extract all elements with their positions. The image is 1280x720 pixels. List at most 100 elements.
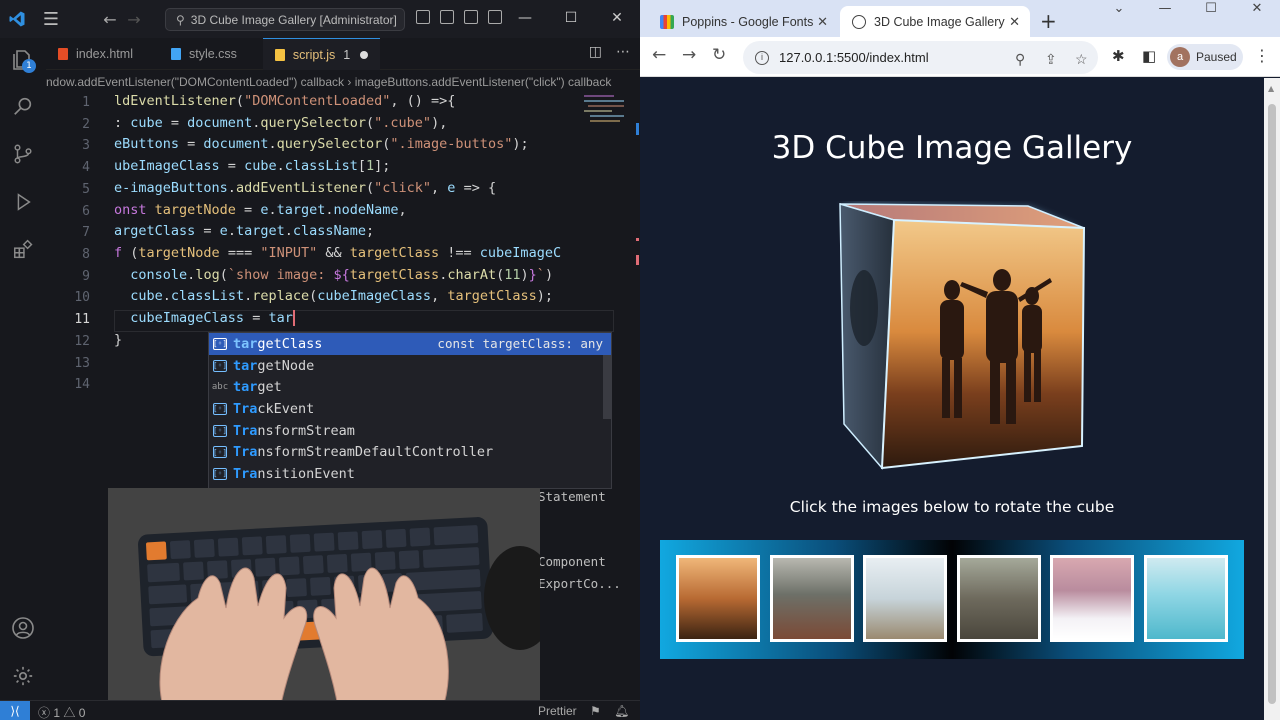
code-line: ldEventListener("DOMContentLoaded", () =… — [114, 93, 456, 109]
scroll-up-arrow-icon[interactable]: ▲ — [1268, 84, 1274, 93]
suggestion-item[interactable]: [◦] tar getNode — [209, 355, 611, 377]
command-center-search[interactable]: ⚲ 3D Cube Image Gallery [Administrator] — [165, 8, 405, 31]
address-bar[interactable]: i 127.0.0.1:5500/index.html ⚲ ⇪ ☆ — [743, 41, 1098, 74]
breadcrumb-left[interactable]: ndow.addEventListener("DOMContentLoaded"… — [46, 75, 344, 89]
source-control-icon[interactable] — [9, 140, 37, 168]
share-icon[interactable]: ⇪ — [1045, 51, 1057, 68]
browser-tab-cube-gallery[interactable]: 3D Cube Image Gallery ✕ — [840, 6, 1030, 37]
close-tab-icon[interactable]: ✕ — [817, 14, 828, 30]
suggestion-item[interactable]: abc tar get — [209, 376, 611, 398]
back-arrow-icon[interactable]: ← — [652, 45, 666, 65]
line-number: 7 — [82, 225, 90, 240]
suggestion-item[interactable]: [◦] Tra nsitionEvent — [209, 463, 611, 485]
thumbnail-button[interactable] — [770, 555, 854, 642]
maximize-icon[interactable]: ☐ — [548, 0, 594, 38]
accounts-icon[interactable] — [9, 614, 37, 642]
extensions-icon[interactable] — [9, 236, 37, 264]
hamburger-menu-icon[interactable]: ☰ — [34, 0, 68, 38]
back-arrow-icon[interactable]: ← — [98, 10, 122, 29]
webcam-overlay — [108, 488, 540, 720]
suggestion-item[interactable]: [◦] Tra nsformStreamDefaultController — [209, 441, 611, 463]
prettier-status[interactable]: Prettier — [538, 704, 577, 718]
line-number: 5 — [82, 182, 90, 197]
new-tab-plus-icon[interactable]: + — [1040, 9, 1057, 33]
problems-indicator[interactable]: ⓧ 1 △ 0 — [38, 704, 85, 720]
status-bar: ⟩⟨ ⓧ 1 △ 0 Prettier ⚑ 🔔︎ — [0, 700, 640, 720]
chrome-menu-icon[interactable]: ⋮ — [1254, 46, 1270, 65]
suggestion-match: Tra — [233, 422, 258, 439]
side-panel-icon[interactable]: ◧ — [1142, 47, 1156, 65]
thumbnail-couple-rocks — [960, 558, 1038, 639]
line-number: 6 — [82, 204, 90, 219]
search-icon: ⚲ — [176, 12, 185, 27]
suggestion-label: nsformStream — [257, 422, 355, 439]
search-icon[interactable] — [9, 92, 37, 120]
scrollbar-thumb[interactable] — [1268, 104, 1276, 704]
minimize-icon[interactable]: — — [1142, 0, 1188, 18]
thumbnail-button[interactable] — [1144, 555, 1228, 642]
run-debug-icon[interactable] — [9, 188, 37, 216]
close-icon[interactable]: ✕ — [1234, 0, 1280, 18]
thumbnail-button[interactable] — [676, 555, 760, 642]
breadcrumb: ndow.addEventListener("DOMContentLoaded"… — [46, 71, 640, 93]
suggestion-label: ckEvent — [257, 400, 315, 417]
suggestion-match: Tra — [233, 400, 258, 417]
more-actions-icon[interactable]: ⋯ — [616, 44, 630, 60]
code-line: cube.classList.replace(cubeImageClass, t… — [130, 288, 553, 304]
zoom-icon[interactable]: ⚲ — [1015, 51, 1025, 68]
tab-index-html[interactable]: index.html — [46, 38, 145, 70]
status-right: Prettier ⚑ 🔔︎ — [538, 704, 629, 718]
thumbnail-button[interactable] — [863, 555, 947, 642]
command-center-label: 3D Cube Image Gallery [Administrator] — [190, 12, 397, 27]
line-number: 13 — [74, 356, 90, 371]
close-icon[interactable]: ✕ — [594, 0, 640, 38]
globe-favicon-icon — [852, 14, 866, 29]
feedback-icon[interactable]: ⚑ — [590, 704, 601, 718]
suggestion-item[interactable]: [◦] Tra nsformStream — [209, 420, 611, 442]
toggle-panel-icon[interactable] — [440, 10, 454, 24]
customize-layout-icon[interactable] — [488, 10, 502, 24]
split-editor-icon[interactable]: ◫ — [589, 44, 602, 60]
remote-indicator-icon[interactable]: ⟩⟨ — [0, 701, 30, 720]
scroll-indicator — [636, 255, 639, 265]
browser-tab-google-fonts[interactable]: Poppins - Google Fonts ✕ — [648, 6, 838, 37]
page-scrollbar[interactable]: ▲ — [1264, 78, 1280, 720]
minimap[interactable] — [584, 93, 630, 133]
minimize-icon[interactable]: — — [502, 0, 548, 38]
maximize-icon[interactable]: ☐ — [1188, 0, 1234, 18]
code-line: e-imageButtons.addEventListener("click",… — [114, 180, 497, 196]
thumbnail-dog-pier — [866, 558, 944, 639]
site-info-icon[interactable]: i — [755, 50, 769, 65]
suggestion-label: nsitionEvent — [257, 465, 355, 482]
toggle-secondary-sidebar-icon[interactable] — [464, 10, 478, 24]
tab-script-js[interactable]: script.js 1 — [262, 38, 381, 70]
problem-count: 1 — [343, 47, 351, 62]
tab-style-css[interactable]: style.css — [159, 38, 249, 70]
variable-icon: [◦] — [212, 359, 228, 372]
close-tab-icon[interactable]: ✕ — [1009, 14, 1020, 30]
suggestion-item[interactable]: [◦] Tra ckEvent — [209, 398, 611, 420]
unsaved-dot-icon[interactable] — [360, 50, 369, 59]
chevron-down-icon[interactable]: ⌄ — [1096, 0, 1142, 18]
line-number-current: 11 — [74, 312, 90, 327]
reload-icon[interactable]: ↻ — [712, 45, 726, 65]
suggestion-match: Tra — [233, 465, 258, 482]
suggestion-item[interactable]: [◦] tar getClass const targetClass: any — [209, 333, 611, 355]
suggestion-scrollbar[interactable] — [603, 355, 611, 419]
extensions-puzzle-icon[interactable]: ✱ — [1112, 47, 1125, 65]
code-line: ubeImageClass = cube.classList[1]; — [114, 158, 391, 174]
notifications-bell-icon[interactable]: 🔔︎ — [614, 704, 629, 718]
thumbnail-button[interactable] — [957, 555, 1041, 642]
layout-controls — [416, 10, 502, 24]
css-file-icon — [170, 48, 181, 60]
thumbnail-button[interactable] — [1050, 555, 1134, 642]
toggle-sidebar-icon[interactable] — [416, 10, 430, 24]
breadcrumb-right[interactable]: imageButtons.addEventListener("click") c… — [355, 75, 612, 89]
settings-gear-icon[interactable] — [9, 662, 37, 690]
forward-arrow-icon[interactable]: → — [682, 45, 696, 65]
bookmark-star-icon[interactable]: ☆ — [1075, 51, 1088, 68]
tab-title: Poppins - Google Fonts — [682, 14, 814, 29]
forward-arrow-icon[interactable]: → — [122, 10, 146, 29]
thumbnail-snow-walk — [1053, 558, 1131, 639]
profile-button[interactable]: a Paused — [1167, 44, 1243, 70]
